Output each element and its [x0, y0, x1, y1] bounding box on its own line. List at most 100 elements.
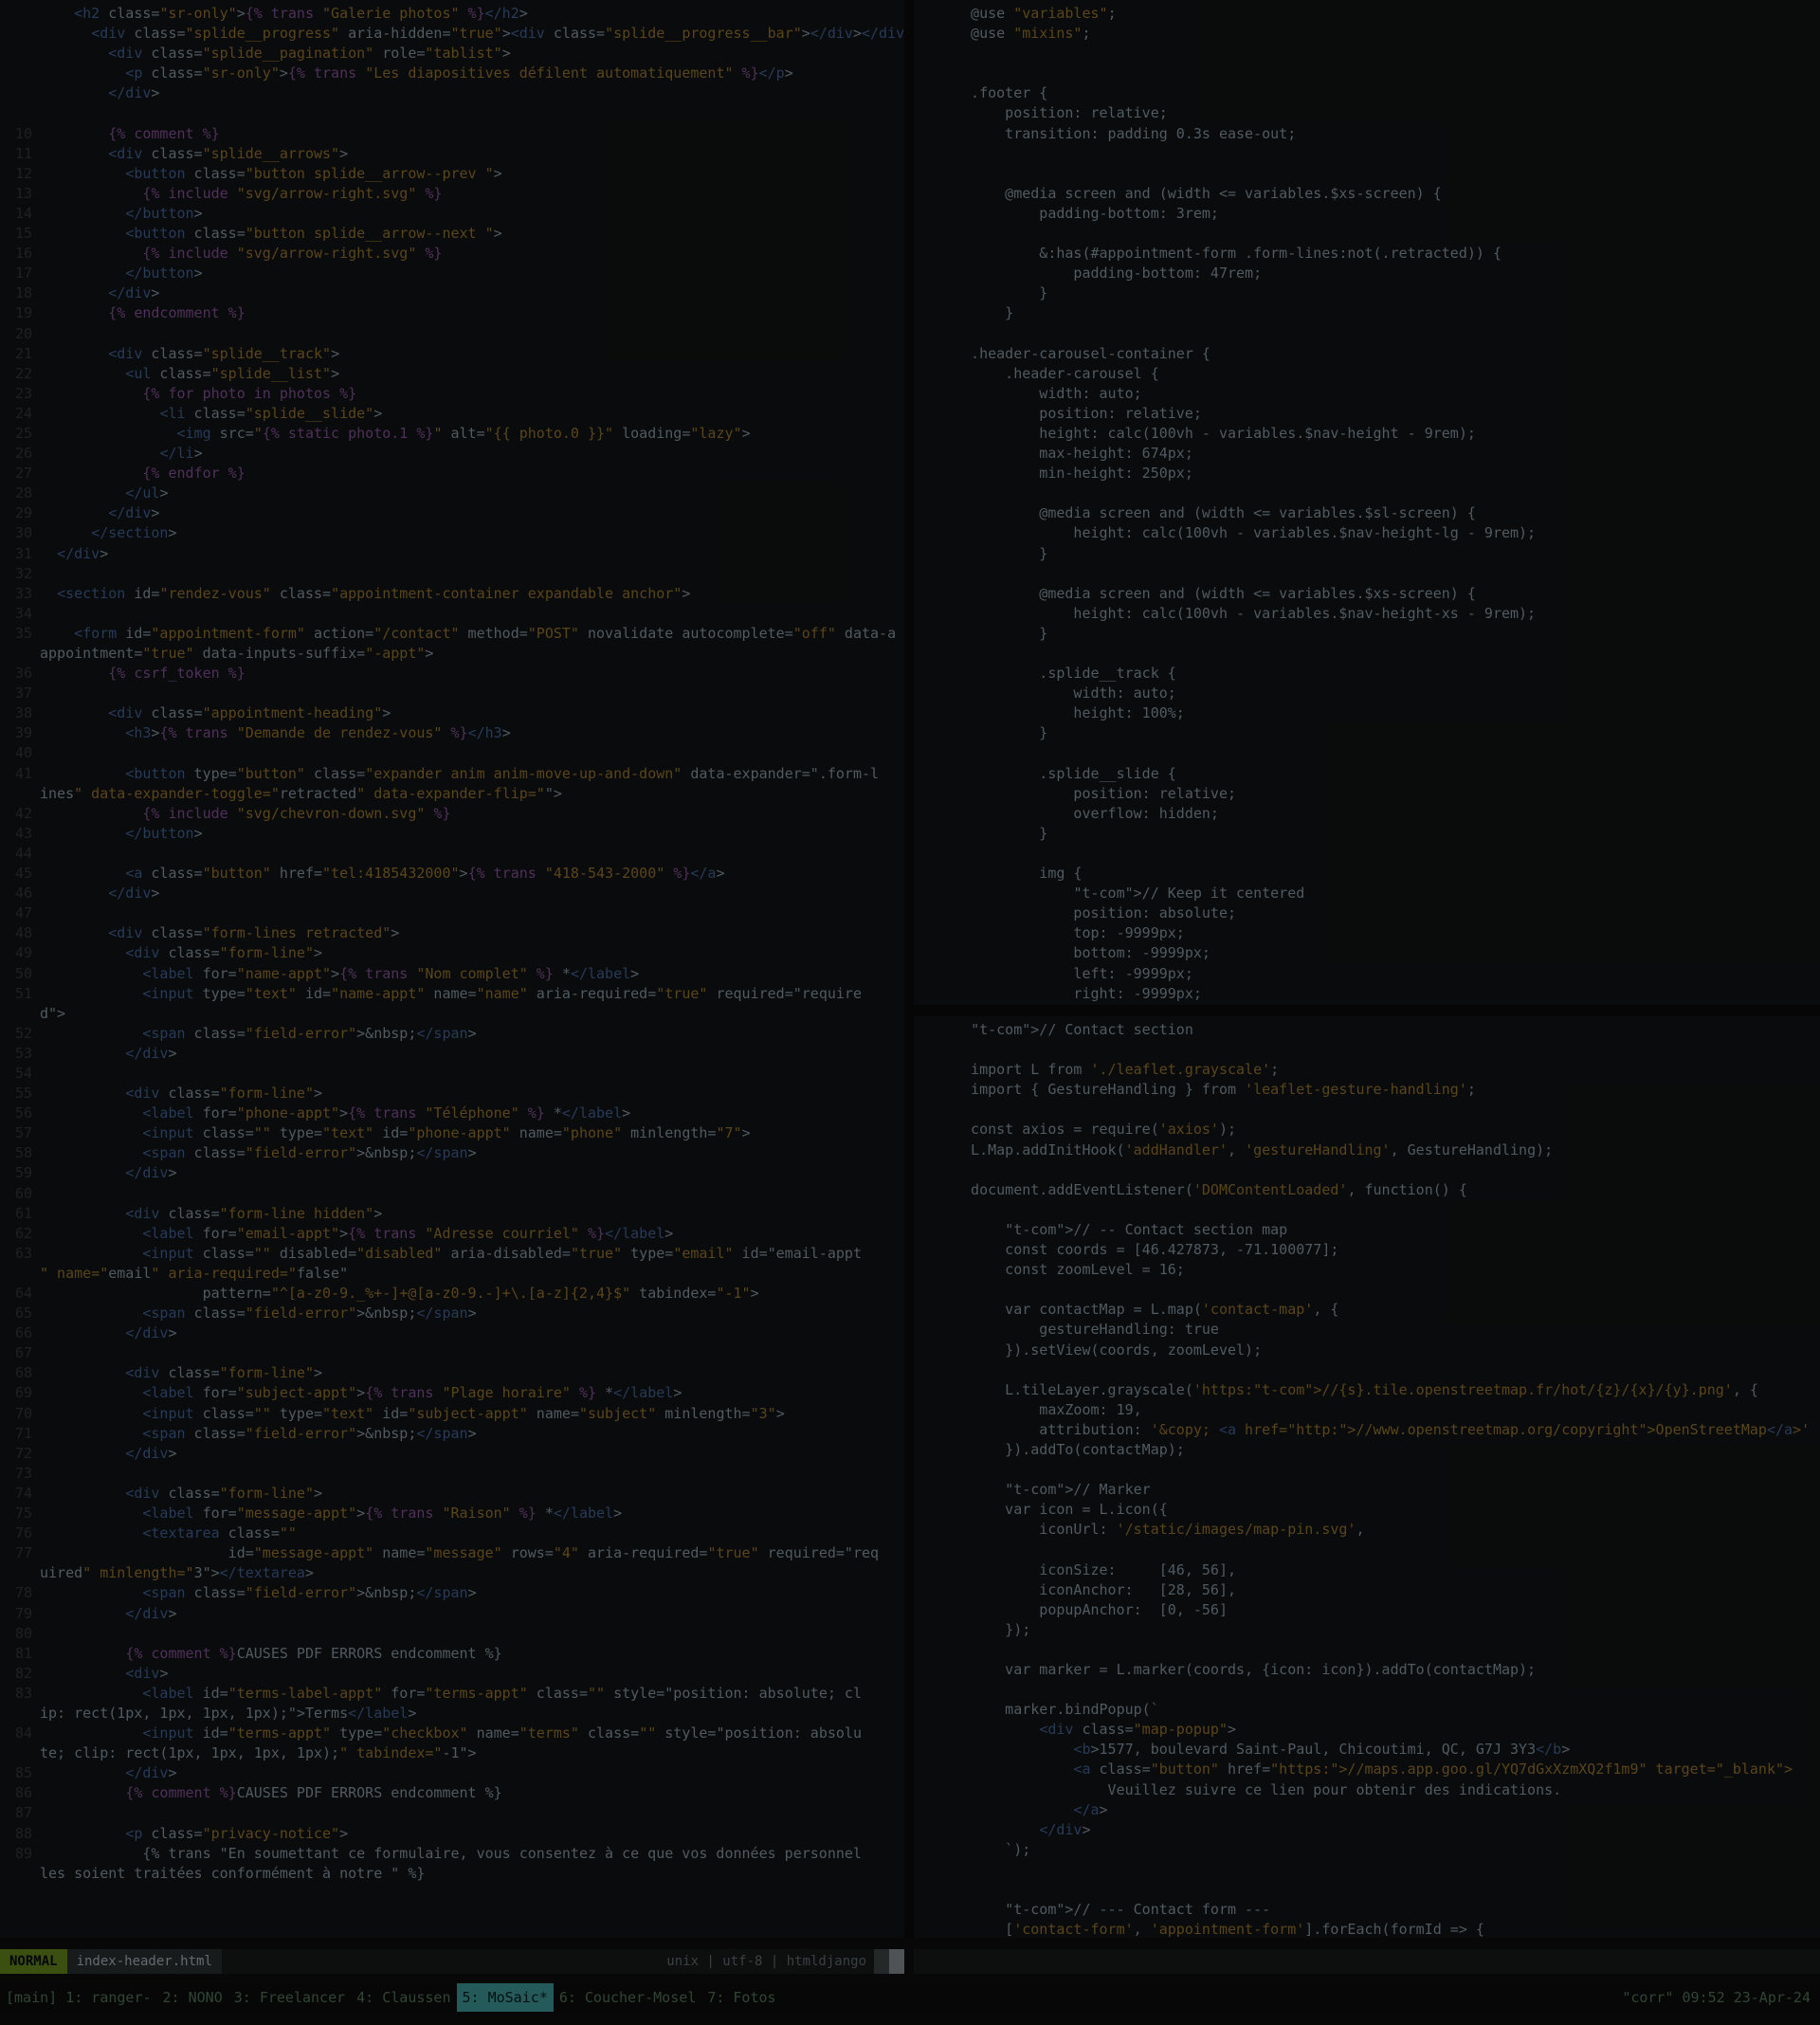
- left-line[interactable]: 35 <form id="appointment-form" action="/…: [0, 624, 904, 644]
- left-line[interactable]: 27 {% endfor %}: [0, 464, 904, 483]
- right-top-line[interactable]: max-height: 674px;: [914, 444, 1820, 464]
- right-top-line[interactable]: [914, 644, 1820, 664]
- right-bottom-line[interactable]: import { GestureHandling } from 'leaflet…: [914, 1080, 1820, 1100]
- right-bottom-line[interactable]: ['contact-form', 'appointment-form'].for…: [914, 1920, 1820, 1938]
- right-bottom-line[interactable]: iconAnchor: [28, 56],: [914, 1580, 1820, 1600]
- left-line[interactable]: 72 </div>: [0, 1444, 904, 1464]
- left-line[interactable]: 42 {% include "svg/chevron-down.svg" %}: [0, 804, 904, 824]
- left-line[interactable]: 68 <div class="form-line">: [0, 1363, 904, 1383]
- left-line[interactable]: 65 <span class="field-error">&nbsp;</spa…: [0, 1304, 904, 1323]
- right-bottom-line[interactable]: [914, 1200, 1820, 1220]
- left-line[interactable]: 75 <label for="message-appt">{% trans "R…: [0, 1504, 904, 1523]
- left-line[interactable]: 44: [0, 844, 904, 864]
- left-line[interactable]: 88 <p class="privacy-notice">: [0, 1824, 904, 1844]
- right-top-line[interactable]: overflow: hidden;: [914, 804, 1820, 824]
- left-line[interactable]: 17 </button>: [0, 264, 904, 283]
- right-top-line[interactable]: }: [914, 624, 1820, 644]
- left-line[interactable]: 22 <ul class="splide__list">: [0, 364, 904, 384]
- right-bottom-line[interactable]: "t-com">// -- Contact section map: [914, 1220, 1820, 1240]
- left-line[interactable]: 19 {% endcomment %}: [0, 303, 904, 323]
- right-bottom-line[interactable]: [914, 1280, 1820, 1300]
- left-line[interactable]: 45 <a class="button" href="tel:418543200…: [0, 864, 904, 884]
- left-line[interactable]: 55 <div class="form-line">: [0, 1084, 904, 1104]
- left-line[interactable]: 52 <span class="field-error">&nbsp;</spa…: [0, 1024, 904, 1044]
- right-top-line[interactable]: top: -9999px;: [914, 923, 1820, 943]
- right-bottom-line[interactable]: [914, 1360, 1820, 1380]
- left-line[interactable]: 71 <span class="field-error">&nbsp;</spa…: [0, 1424, 904, 1444]
- right-top-line[interactable]: transition: padding 0.3s ease-out;: [914, 124, 1820, 144]
- right-bottom-line[interactable]: </a>: [914, 1800, 1820, 1820]
- left-line[interactable]: 66 </div>: [0, 1323, 904, 1343]
- right-bottom-line[interactable]: [914, 1860, 1820, 1880]
- left-line[interactable]: 80: [0, 1624, 904, 1644]
- right-top-line[interactable]: .splide__track {: [914, 664, 1820, 684]
- right-bottom-line[interactable]: "t-com">// Contact section: [914, 1020, 1820, 1040]
- right-top-line[interactable]: [914, 64, 1820, 83]
- left-line[interactable]: 54: [0, 1064, 904, 1084]
- right-top-line[interactable]: width: auto;: [914, 684, 1820, 703]
- right-bottom-line[interactable]: <div class="map-popup">: [914, 1720, 1820, 1740]
- left-line[interactable]: 79 </div>: [0, 1604, 904, 1624]
- left-line[interactable]: 15 <button class="button splide__arrow--…: [0, 224, 904, 244]
- left-line[interactable]: 41 <button type="button" class="expander…: [0, 764, 904, 784]
- left-line[interactable]: 87: [0, 1803, 904, 1823]
- left-line[interactable]: 12 <button class="button splide__arrow--…: [0, 164, 904, 184]
- right-top-line[interactable]: [914, 324, 1820, 344]
- left-line[interactable]: 32: [0, 564, 904, 584]
- left-line[interactable]: les soient traitées conformément à notre…: [0, 1864, 904, 1884]
- left-line[interactable]: 24 <li class="splide__slide">: [0, 404, 904, 424]
- right-bottom-line[interactable]: [914, 1460, 1820, 1480]
- code-area-right-top[interactable]: @use "variables"; @use "mixins"; .footer…: [914, 0, 1820, 1004]
- right-bottom-line[interactable]: [914, 1160, 1820, 1180]
- left-line[interactable]: 81 {% comment %}CAUSES PDF ERRORS endcom…: [0, 1644, 904, 1664]
- code-area-right-bottom[interactable]: "t-com">// Contact section import L from…: [914, 1016, 1820, 1938]
- right-bottom-line[interactable]: import L from './leaflet.grayscale';: [914, 1060, 1820, 1080]
- right-bottom-line[interactable]: var contactMap = L.map('contact-map', {: [914, 1300, 1820, 1320]
- left-line[interactable]: 47: [0, 903, 904, 923]
- right-bottom-line[interactable]: [914, 1880, 1820, 1900]
- right-bottom-line[interactable]: iconSize: [46, 56],: [914, 1560, 1820, 1580]
- right-top-line[interactable]: @media screen and (width <= variables.$x…: [914, 184, 1820, 204]
- right-top-line[interactable]: [914, 743, 1820, 763]
- left-line[interactable]: 21 <div class="splide__track">: [0, 344, 904, 364]
- editor-pane-right-bottom[interactable]: "t-com">// Contact section import L from…: [914, 1016, 1820, 1938]
- right-bottom-line[interactable]: maxZoom: 19,: [914, 1400, 1820, 1420]
- left-line[interactable]: 84 <input id="terms-appt" type="checkbox…: [0, 1724, 904, 1743]
- right-top-line[interactable]: img {: [914, 864, 1820, 884]
- right-top-line[interactable]: padding-bottom: 47rem;: [914, 264, 1820, 283]
- right-bottom-line[interactable]: [914, 1680, 1820, 1700]
- left-line[interactable]: 67: [0, 1343, 904, 1363]
- left-line[interactable]: 18 </div>: [0, 283, 904, 303]
- left-line[interactable]: 16 {% include "svg/arrow-right.svg" %}: [0, 244, 904, 264]
- right-top-line[interactable]: width: auto;: [914, 384, 1820, 404]
- right-top-line[interactable]: bottom: -9999px;: [914, 943, 1820, 963]
- right-top-line[interactable]: left: -9999px;: [914, 964, 1820, 984]
- right-top-line[interactable]: &:has(#appointment-form .form-lines:not(…: [914, 244, 1820, 264]
- right-bottom-line[interactable]: gestureHandling: true: [914, 1320, 1820, 1340]
- right-bottom-line[interactable]: <b>1577, boulevard Saint-Paul, Chicoutim…: [914, 1740, 1820, 1760]
- right-top-line[interactable]: "t-com">// Keep it centered: [914, 884, 1820, 903]
- left-line[interactable]: " name="email" aria-required="false": [0, 1264, 904, 1284]
- right-bottom-line[interactable]: L.Map.addInitHook('addHandler', 'gesture…: [914, 1140, 1820, 1160]
- left-line[interactable]: 40: [0, 743, 904, 763]
- right-top-line[interactable]: height: calc(100vh - variables.$nav-heig…: [914, 523, 1820, 543]
- left-line[interactable]: d">: [0, 1004, 904, 1024]
- right-bottom-line[interactable]: }).addTo(contactMap);: [914, 1440, 1820, 1460]
- right-top-line[interactable]: @use "mixins";: [914, 24, 1820, 44]
- left-line[interactable]: 31 </div>: [0, 544, 904, 564]
- left-line[interactable]: 36 {% csrf_token %}: [0, 664, 904, 684]
- tmux-tab[interactable]: 5: MoSaic*: [456, 1983, 554, 2012]
- right-top-line[interactable]: position: relative;: [914, 784, 1820, 804]
- left-line[interactable]: <div class="splide__progress" aria-hidde…: [0, 24, 904, 44]
- left-line[interactable]: 13 {% include "svg/arrow-right.svg" %}: [0, 184, 904, 204]
- left-line[interactable]: 83 <label id="terms-label-appt" for="ter…: [0, 1684, 904, 1704]
- left-line[interactable]: 89 {% trans "En soumettant ce formulaire…: [0, 1844, 904, 1864]
- right-top-line[interactable]: height: 100%;: [914, 703, 1820, 723]
- left-line[interactable]: 60: [0, 1184, 904, 1204]
- left-line[interactable]: te; clip: rect(1px, 1px, 1px, 1px);" tab…: [0, 1743, 904, 1763]
- left-line[interactable]: 74 <div class="form-line">: [0, 1484, 904, 1504]
- left-line[interactable]: 63 <input class="" disabled="disabled" a…: [0, 1244, 904, 1264]
- left-line[interactable]: 20: [0, 324, 904, 344]
- left-line[interactable]: 43 </button>: [0, 824, 904, 844]
- left-line[interactable]: 51 <input type="text" id="name-appt" nam…: [0, 984, 904, 1004]
